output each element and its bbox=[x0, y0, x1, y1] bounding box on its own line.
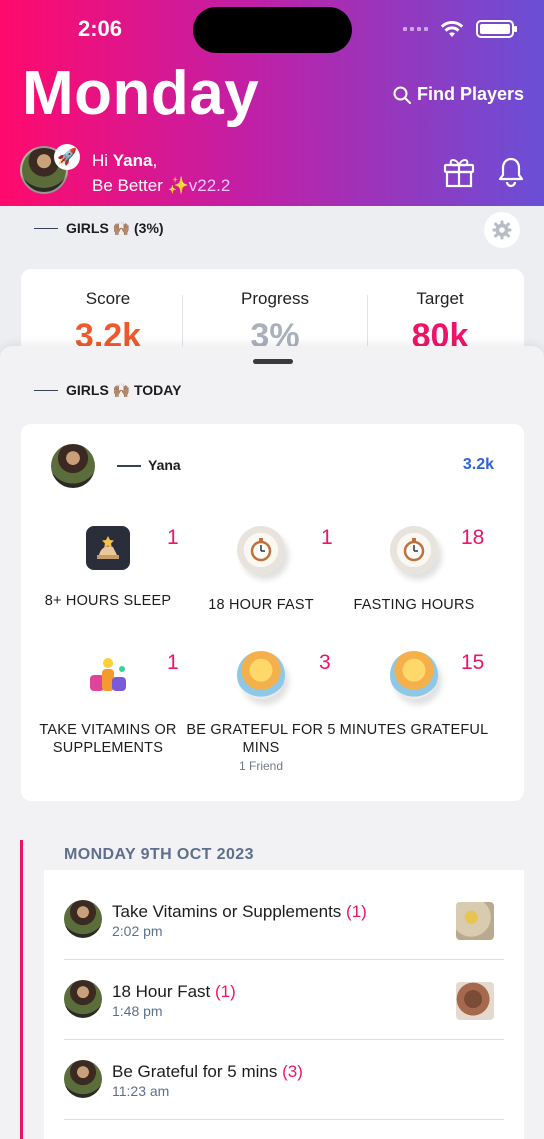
user-avatar[interactable] bbox=[51, 444, 95, 488]
feed-title: Take Vitamins or Supplements (1) bbox=[112, 902, 367, 922]
today-header: GIRLS 🙌🏽 TODAY bbox=[34, 382, 181, 399]
feed-title-text: 18 Hour Fast bbox=[112, 982, 211, 1001]
activity-sub[interactable]: 1 Friend bbox=[186, 759, 336, 773]
today-card: Yana 3.2k 1 8+ HOURS SLEEP 1 18 HOUR FAS… bbox=[21, 424, 524, 801]
activity-minutes-grateful[interactable]: 15 MINUTES GRATEFUL bbox=[339, 651, 489, 739]
feed-photo-thumbnail[interactable] bbox=[456, 902, 494, 940]
vitamins-icon bbox=[84, 651, 132, 699]
activity-count: 1 bbox=[167, 651, 179, 674]
user-score: 3.2k bbox=[462, 456, 494, 473]
dash-decoration bbox=[34, 389, 58, 392]
sunrise-icon bbox=[390, 651, 438, 699]
stopwatch-icon bbox=[237, 526, 285, 574]
tagline: Be Better ✨ bbox=[92, 176, 189, 195]
activity-name: 8+ HOURS SLEEP bbox=[44, 593, 172, 609]
greeting-prefix: Hi bbox=[92, 151, 113, 170]
activity-18-hour-fast[interactable]: 1 18 HOUR FAST bbox=[186, 526, 336, 614]
bell-icon[interactable] bbox=[496, 156, 526, 188]
feed-item[interactable]: Take Vitamins or Supplements (1) 2:02 pm bbox=[44, 870, 524, 950]
feed-count: (1) bbox=[215, 982, 236, 1001]
group-label: GIRLS 🙌🏽 (3%) bbox=[66, 220, 164, 236]
stopwatch-icon bbox=[390, 526, 438, 574]
find-players-button[interactable]: Find Players bbox=[393, 84, 524, 105]
sleep-icon bbox=[86, 526, 130, 570]
feed-time: 11:23 am bbox=[112, 1083, 170, 1099]
gear-icon bbox=[492, 220, 512, 240]
day-title: Monday bbox=[22, 59, 260, 128]
target-label: Target bbox=[416, 289, 464, 308]
activity-be-grateful[interactable]: 3 BE GRATEFUL FOR 5 MINS 1 Friend bbox=[186, 651, 336, 773]
progress-label: Progress bbox=[240, 289, 310, 308]
activity-name: BE GRATEFUL FOR 5 MINS bbox=[186, 722, 336, 756]
rocket-badge-icon: 🚀 bbox=[54, 144, 80, 170]
activity-count: 15 bbox=[461, 651, 485, 674]
search-icon bbox=[393, 86, 411, 104]
find-players-label: Find Players bbox=[416, 84, 524, 104]
gift-icon[interactable] bbox=[442, 156, 476, 188]
feed-title: Be Grateful for 5 mins (3) bbox=[112, 1062, 303, 1082]
activity-count: 1 bbox=[321, 526, 333, 549]
feed-avatar bbox=[64, 980, 102, 1018]
status-icons bbox=[403, 20, 517, 38]
feed-date: MONDAY 9TH OCT 2023 bbox=[64, 846, 254, 863]
activity-sleep[interactable]: 1 8+ HOURS SLEEP bbox=[33, 526, 183, 610]
feed-title: 18 Hour Fast (1) bbox=[112, 982, 236, 1002]
dash-decoration bbox=[34, 227, 58, 230]
activity-name: TAKE VITAMINS OR SUPPLEMENTS bbox=[39, 722, 177, 756]
header: 2:06 Monday Find Players 🚀 Hi Yana, Be B… bbox=[0, 0, 544, 206]
status-time: 2:06 bbox=[78, 16, 123, 41]
feed-time: 1:48 pm bbox=[112, 1003, 163, 1019]
app-version: v22.2 bbox=[188, 176, 231, 195]
feed-title-text: Take Vitamins or Supplements bbox=[112, 902, 342, 921]
settings-button[interactable] bbox=[484, 212, 520, 248]
feed-card: Take Vitamins or Supplements (1) 2:02 pm… bbox=[44, 870, 524, 1139]
feed-count: (3) bbox=[282, 1062, 303, 1081]
activity-count: 3 bbox=[319, 651, 331, 674]
greeting: Hi Yana, Be Better ✨v22.2 bbox=[92, 148, 230, 198]
group-row[interactable]: GIRLS 🙌🏽 (3%) bbox=[34, 220, 164, 237]
cellular-signal-icon bbox=[403, 27, 428, 31]
sheet-grabber[interactable] bbox=[253, 359, 293, 364]
dynamic-island bbox=[193, 7, 352, 53]
feed-photo-thumbnail[interactable] bbox=[456, 982, 494, 1020]
feed-count: (1) bbox=[346, 902, 367, 921]
today-label: GIRLS 🙌🏽 TODAY bbox=[66, 382, 182, 398]
sunrise-icon bbox=[237, 651, 285, 699]
wifi-icon bbox=[440, 20, 464, 37]
activity-fasting-hours[interactable]: 18 FASTING HOURS bbox=[339, 526, 489, 614]
activity-name: MINUTES GRATEFUL bbox=[339, 722, 489, 738]
activity-take-vitamins[interactable]: 1 TAKE VITAMINS OR SUPPLEMENTS bbox=[33, 651, 183, 757]
activity-count: 1 bbox=[167, 526, 179, 549]
divider bbox=[64, 1119, 504, 1120]
activity-count: 18 bbox=[461, 526, 485, 549]
feed-item[interactable]: 18 Hour Fast (1) 1:48 pm bbox=[44, 950, 524, 1030]
timeline-line bbox=[20, 840, 23, 1139]
bottom-sheet[interactable]: GIRLS 🙌🏽 TODAY Yana 3.2k 1 8+ HOURS SLEE… bbox=[0, 346, 544, 1139]
feed-avatar bbox=[64, 1060, 102, 1098]
score-label: Score bbox=[85, 289, 131, 308]
feed-avatar bbox=[64, 900, 102, 938]
dash-decoration bbox=[117, 465, 141, 467]
greeting-suffix: , bbox=[152, 151, 158, 170]
activity-name: 18 HOUR FAST bbox=[208, 597, 314, 613]
feed-item[interactable]: Be Grateful for 5 mins (3) 11:23 am bbox=[44, 1030, 524, 1110]
battery-icon bbox=[476, 20, 517, 38]
greeting-name: Yana bbox=[112, 151, 153, 170]
user-name[interactable]: Yana bbox=[148, 457, 181, 473]
feed-time: 2:02 pm bbox=[112, 923, 163, 939]
activity-name: FASTING HOURS bbox=[353, 597, 475, 613]
feed-title-text: Be Grateful for 5 mins bbox=[112, 1062, 278, 1081]
